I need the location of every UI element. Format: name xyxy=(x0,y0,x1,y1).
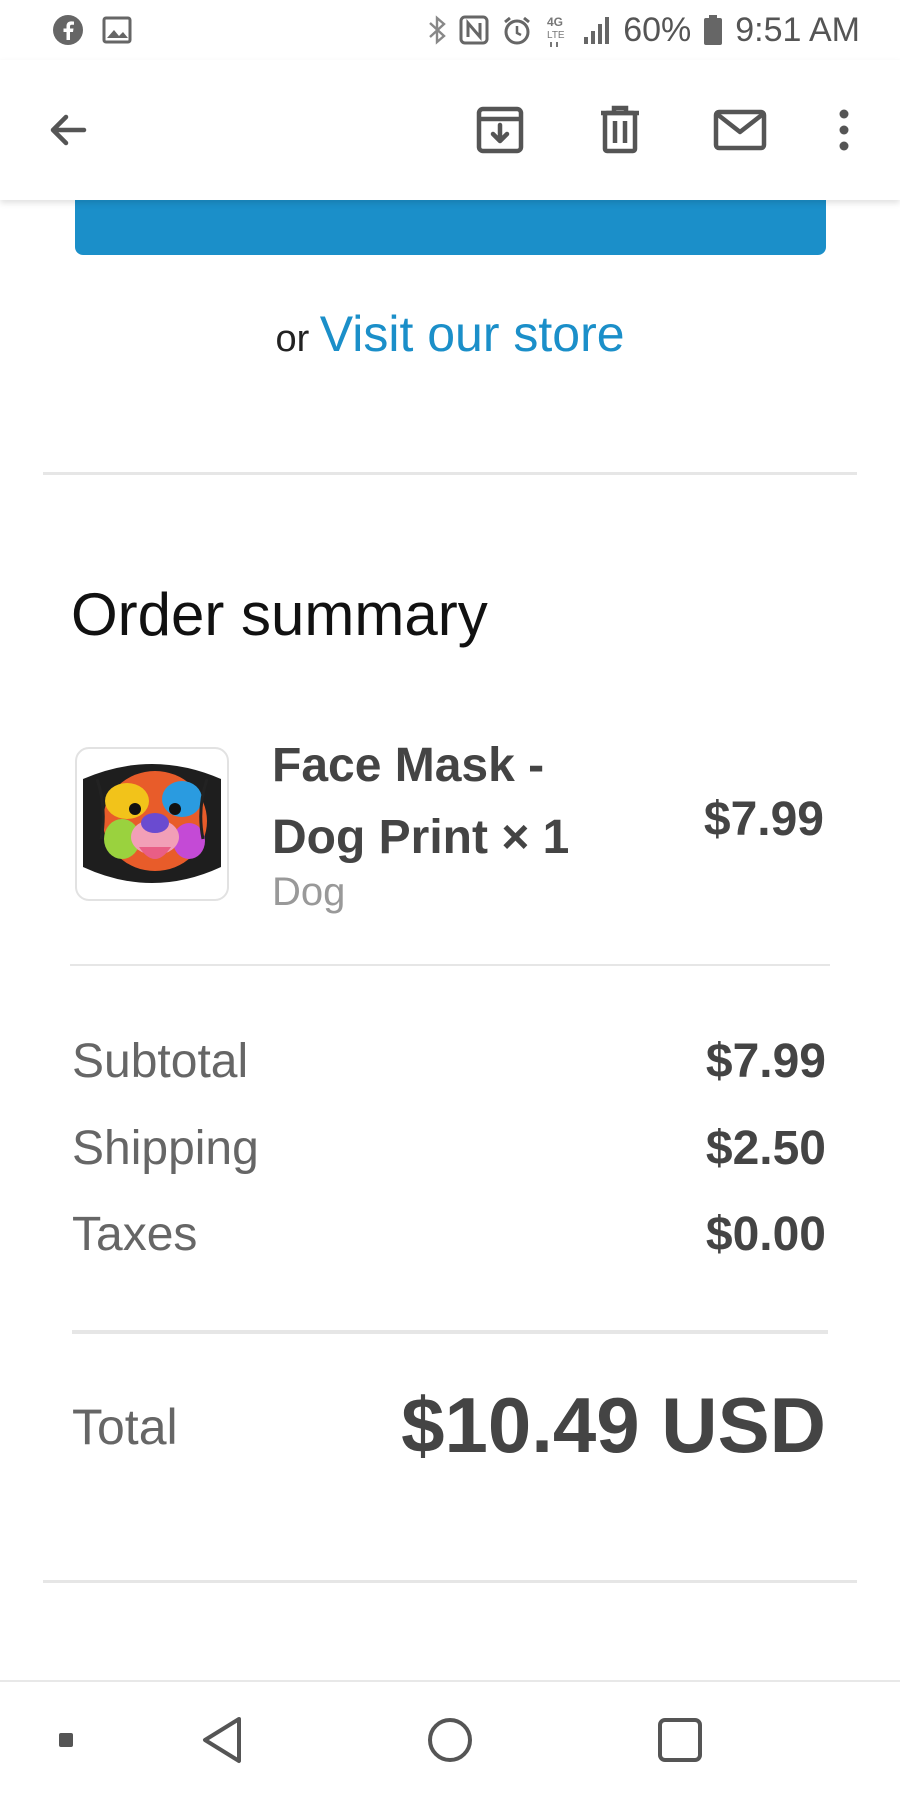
signal-icon xyxy=(583,15,611,45)
bluetooth-icon xyxy=(427,14,447,46)
visit-store-line: or Visit our store xyxy=(0,305,900,363)
item-divider xyxy=(70,964,830,966)
battery-percent: 60% xyxy=(623,10,692,49)
taxes-label: Taxes xyxy=(72,1208,198,1261)
more-vert-icon xyxy=(836,108,852,157)
facebook-icon xyxy=(52,14,84,46)
dog-print-image xyxy=(83,764,221,883)
system-nav-bar xyxy=(0,1680,900,1802)
taxes-value: $0.00 xyxy=(705,1208,826,1261)
item-price: $7.99 xyxy=(703,793,824,846)
home-icon xyxy=(426,1716,474,1769)
mark-unread-button[interactable] xyxy=(704,96,776,168)
email-body: or Visit our store Order summary Face Ma… xyxy=(0,200,900,1680)
shipping-label: Shipping xyxy=(72,1122,259,1175)
item-name: Face Mask - Dog Print × 1 xyxy=(272,739,570,864)
delete-button[interactable] xyxy=(584,96,656,168)
subtotal-label: Subtotal xyxy=(72,1035,249,1088)
more-options-button[interactable] xyxy=(808,96,880,168)
order-summary-title: Order summary xyxy=(71,581,488,648)
total-label: Total xyxy=(72,1399,178,1455)
home-button[interactable] xyxy=(418,1710,482,1774)
visit-prefix: or xyxy=(275,318,310,360)
image-icon xyxy=(102,16,132,44)
lte-4g-icon: 4G LTE xyxy=(545,12,571,48)
battery-icon xyxy=(703,14,723,46)
recents-icon xyxy=(657,1717,703,1768)
mark-unread-icon xyxy=(713,109,767,156)
back-button[interactable] xyxy=(32,96,104,168)
svg-text:LTE: LTE xyxy=(547,30,565,41)
menu-dot-icon xyxy=(58,1732,74,1753)
shipping-value: $2.50 xyxy=(705,1122,826,1175)
nav-back-icon xyxy=(199,1715,245,1770)
menu-dot-button[interactable] xyxy=(48,1724,84,1760)
section-divider xyxy=(43,472,857,475)
status-right: 4G LTE 60% 9:51 AM xyxy=(427,11,860,50)
primary-action-button[interactable] xyxy=(75,200,826,255)
product-thumbnail[interactable] xyxy=(75,747,229,901)
alarm-icon xyxy=(501,14,533,46)
subtotal-value: $7.99 xyxy=(705,1035,826,1088)
nfc-icon xyxy=(459,15,489,45)
item-variant: Dog xyxy=(272,870,346,914)
total-value: $10.49 USD xyxy=(401,1381,826,1469)
visit-store-link[interactable]: Visit our store xyxy=(320,306,625,362)
svg-text:4G: 4G xyxy=(547,15,563,29)
back-arrow-icon xyxy=(44,106,92,159)
clock-time: 9:51 AM xyxy=(735,10,860,49)
archive-button[interactable] xyxy=(464,96,536,168)
delete-icon xyxy=(598,105,642,160)
email-toolbar xyxy=(0,60,900,200)
status-bar: 4G LTE 60% 9:51 AM xyxy=(0,0,900,60)
bottom-divider xyxy=(43,1580,857,1583)
archive-icon xyxy=(475,105,525,160)
status-left xyxy=(52,14,132,46)
nav-back-button[interactable] xyxy=(190,1710,254,1774)
recents-button[interactable] xyxy=(648,1710,712,1774)
totals-divider xyxy=(72,1330,828,1334)
